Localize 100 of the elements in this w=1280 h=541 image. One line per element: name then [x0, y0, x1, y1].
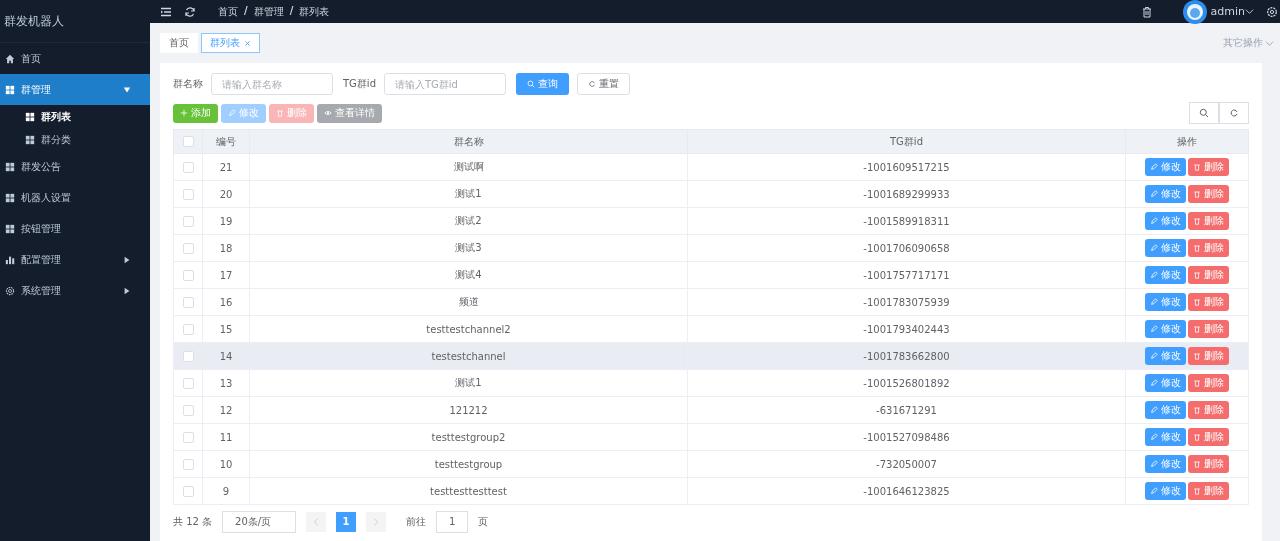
page-input[interactable]: 1 — [436, 511, 469, 533]
highlighted-row[interactable]: 14 testestchannel -1001783662800 修改 删除 — [173, 342, 1249, 370]
edit-button[interactable]: 修改 — [1145, 158, 1186, 176]
table-row[interactable]: 16 频道 -1001783075939 修改 删除 — [173, 288, 1249, 316]
checkbox[interactable] — [182, 242, 194, 254]
table-row[interactable]: 13 测试1 -1001526801892 修改 删除 — [173, 369, 1249, 397]
breadcrumb-item[interactable]: 首页 — [218, 4, 238, 19]
edit-button[interactable]: 修改 — [1145, 482, 1186, 500]
table-row[interactable]: 11 testtestgroup2 -1001527098486 修改 删除 — [173, 423, 1249, 451]
menu-item[interactable]: 按钮管理 — [0, 213, 150, 244]
settings-icon[interactable] — [1266, 5, 1278, 18]
breadcrumb-item[interactable]: 群管理 — [253, 4, 284, 19]
table-row[interactable]: 10 testtestgroup -732050007 修改 删除 — [173, 450, 1249, 478]
delete-button[interactable]: 删除 — [1188, 482, 1229, 500]
table-cell: 9 — [202, 477, 250, 505]
delete-button[interactable]: 删除 — [1188, 158, 1229, 176]
table-cell: 15 — [202, 315, 250, 343]
reset-button[interactable]: 重置 — [577, 73, 630, 95]
delete-button[interactable]: 删除 — [1188, 293, 1229, 311]
checkbox[interactable] — [182, 431, 194, 443]
next-page-button[interactable] — [366, 512, 387, 532]
prev-page-button[interactable] — [306, 512, 327, 532]
checkbox[interactable] — [182, 485, 194, 497]
refresh-button[interactable] — [1219, 102, 1249, 124]
search-button[interactable] — [1189, 102, 1219, 124]
checkbox[interactable] — [182, 269, 194, 281]
delete-button[interactable]: 删除 — [1188, 185, 1229, 203]
table-cell: -1001526801892 — [687, 369, 1126, 397]
avatar[interactable] — [1182, 0, 1207, 24]
trash-icon[interactable] — [1140, 5, 1153, 18]
trash-icon — [1193, 217, 1201, 225]
page-number[interactable]: 1 — [336, 512, 357, 532]
user-menu[interactable]: admin — [1210, 5, 1245, 18]
tab[interactable]: 群列表 — [201, 33, 260, 53]
menu-item[interactable]: 首页 — [0, 43, 150, 74]
menu-item[interactable]: 群发公告 — [0, 151, 150, 182]
delete-button[interactable]: 删除 — [1188, 239, 1229, 257]
breadcrumb-item[interactable]: 群列表 — [299, 4, 330, 19]
menu-item[interactable]: 配置管理 — [0, 244, 150, 275]
table-row[interactable]: 19 测试2 -1001589918311 修改 删除 — [173, 207, 1249, 235]
page-size-select[interactable]: 20条/页 — [222, 511, 297, 533]
checkbox[interactable] — [182, 458, 194, 470]
checkbox[interactable] — [182, 350, 194, 362]
query-button[interactable]: 查询 — [516, 73, 569, 95]
table-cell: 20 — [202, 180, 250, 208]
checkbox[interactable] — [182, 188, 194, 200]
refresh-icon[interactable] — [184, 5, 196, 18]
edit-button[interactable]: 修改 — [1145, 293, 1186, 311]
table-row[interactable]: 21 测试啊 -1001609517215 修改 删除 — [173, 153, 1249, 181]
delete-button[interactable]: 删除 — [1188, 455, 1229, 473]
delete-button[interactable]: 删除 — [1188, 347, 1229, 365]
delete-button[interactable]: 删除 — [1188, 428, 1229, 446]
pencil-icon — [1150, 325, 1158, 333]
column-header: 群名称 — [249, 129, 688, 154]
other-actions-dropdown[interactable]: 其它操作 — [1223, 36, 1263, 50]
delete-button[interactable]: 删除 — [1188, 401, 1229, 419]
delete-button[interactable]: 删除 — [1188, 374, 1229, 392]
table-row[interactable]: 20 测试1 -1001689299933 修改 删除 — [173, 180, 1249, 208]
checkbox[interactable] — [182, 161, 194, 173]
checkbox[interactable] — [182, 215, 194, 227]
checkbox[interactable] — [182, 136, 194, 148]
close-icon[interactable] — [244, 39, 251, 47]
add-button[interactable]: 添加 — [173, 103, 218, 123]
checkbox[interactable] — [182, 377, 194, 389]
checkbox[interactable] — [182, 404, 194, 416]
edit-button[interactable]: 修改 — [1145, 347, 1186, 365]
edit-button[interactable]: 修改 — [1145, 428, 1186, 446]
edit-button[interactable]: 修改 — [1145, 455, 1186, 473]
refresh-icon — [1229, 108, 1239, 118]
submenu-item[interactable]: 群列表 — [0, 105, 150, 128]
edit-button[interactable]: 修改 — [1145, 266, 1186, 284]
table-row[interactable]: 18 测试3 -1001706090658 修改 删除 — [173, 234, 1249, 262]
table-row[interactable]: 9 testtesttesttest -1001646123825 修改 删除 — [173, 477, 1249, 505]
grid-icon — [25, 111, 35, 122]
input-field[interactable]: 请输入群名称 — [211, 73, 333, 95]
input-field[interactable]: 请输入TG群id — [384, 73, 506, 95]
menu-item[interactable]: 系统管理 — [0, 275, 150, 306]
menu-item[interactable]: 机器人设置 — [0, 182, 150, 213]
checkbox[interactable] — [182, 296, 194, 308]
edit-button[interactable]: 修改 — [1145, 239, 1186, 257]
submenu-item[interactable]: 群分类 — [0, 128, 150, 151]
edit-button[interactable]: 修改 — [1145, 401, 1186, 419]
table-row[interactable]: 12 121212 -631671291 修改 删除 — [173, 396, 1249, 424]
edit-button[interactable]: 修改 — [1145, 185, 1186, 203]
edit-button[interactable]: 修改 — [1145, 320, 1186, 338]
bar-chart-icon — [5, 254, 15, 265]
tab[interactable]: 首页 — [160, 33, 198, 53]
chevron-right-icon — [372, 518, 381, 526]
table-row[interactable]: 17 测试4 -1001757717171 修改 删除 — [173, 261, 1249, 289]
checkbox[interactable] — [182, 323, 194, 335]
delete-button[interactable]: 删除 — [1188, 212, 1229, 230]
delete-button[interactable]: 删除 — [1188, 320, 1229, 338]
delete-button[interactable]: 删除 — [1188, 266, 1229, 284]
table-row[interactable]: 15 testtestchannel2 -1001793402443 修改 删除 — [173, 315, 1249, 343]
pencil-icon — [1150, 163, 1158, 171]
grid-icon — [5, 161, 15, 172]
menu-item[interactable]: 群管理 — [0, 74, 150, 105]
menu-icon[interactable] — [160, 5, 172, 18]
edit-button[interactable]: 修改 — [1145, 212, 1186, 230]
edit-button[interactable]: 修改 — [1145, 374, 1186, 392]
